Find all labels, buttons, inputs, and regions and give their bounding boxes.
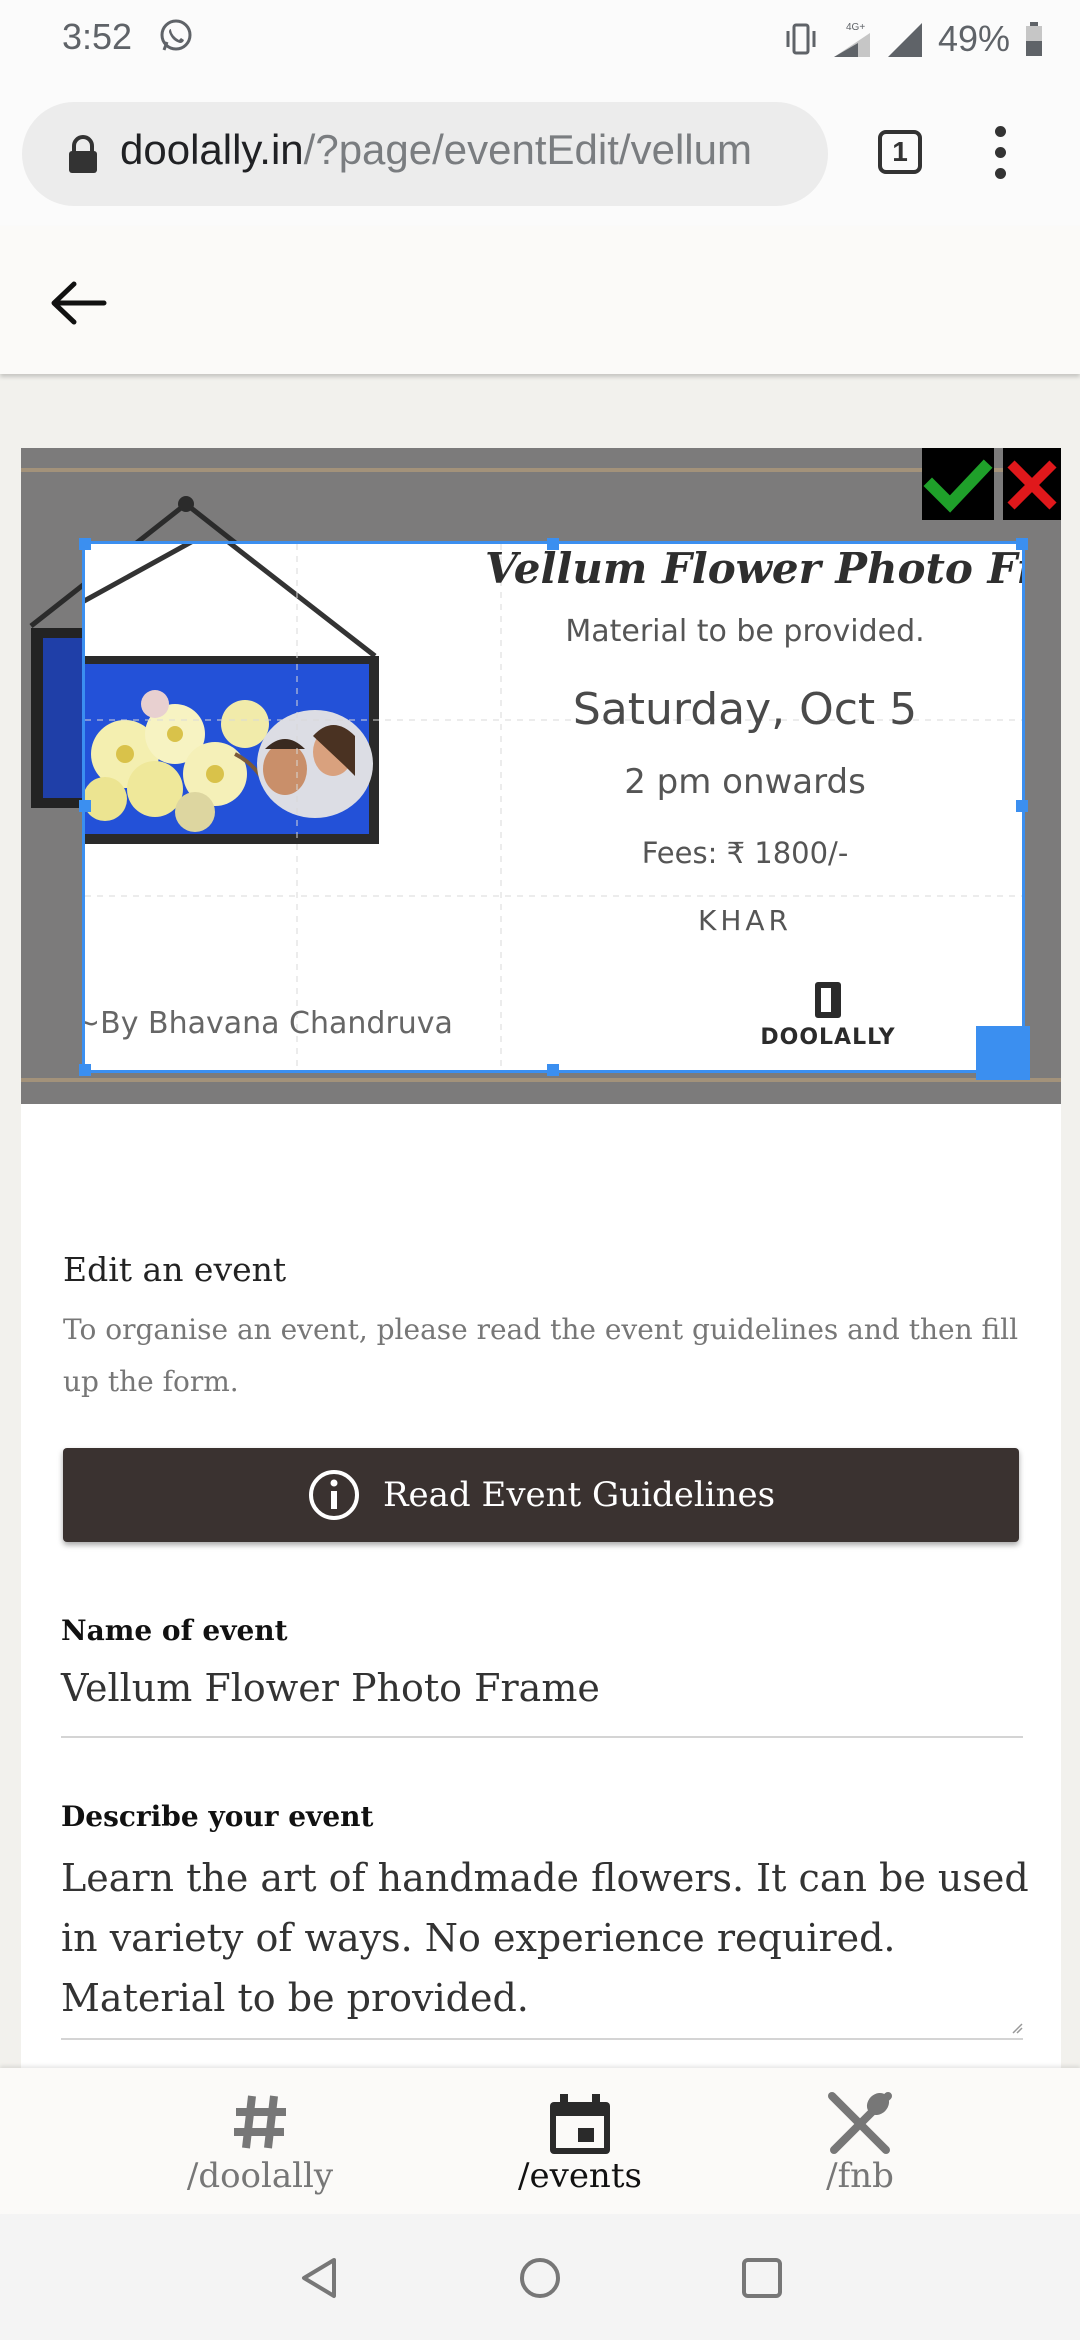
poster-title: Vellum Flower Photo Frame: [485, 544, 1022, 593]
crop-handle-top[interactable]: [547, 538, 559, 550]
crop-handle-left[interactable]: [79, 800, 91, 812]
system-home-icon[interactable]: [518, 2256, 562, 2300]
calendar-icon: [550, 2094, 610, 2154]
battery-percent: 49%: [937, 18, 1010, 59]
event-description-underline: [61, 2038, 1023, 2040]
url-path: /?page/eventEdit/vellum: [303, 126, 752, 173]
nav-item-doolally[interactable]: /doolally: [120, 2068, 400, 2214]
poster-material: Material to be provided.: [565, 614, 925, 649]
image-crop-area[interactable]: Vellum Flower Photo Frame Material to be…: [21, 448, 1061, 1104]
form-heading: Edit an event: [63, 1250, 287, 1289]
form-subheading: To organise an event, please read the ev…: [63, 1313, 1019, 1398]
crop-handle-top-left[interactable]: [79, 538, 91, 550]
nav-label-events: /events: [518, 2156, 642, 2196]
url-text[interactable]: doolally.in/?page/eventEdit/vellum: [120, 126, 820, 174]
page-header: [0, 226, 1080, 374]
event-name-underline: [61, 1736, 1023, 1738]
url-host: doolally.in: [120, 126, 304, 173]
crop-handle-bottom-left[interactable]: [79, 1064, 91, 1076]
crop-handle-bottom[interactable]: [547, 1064, 559, 1076]
signal-icon: [887, 23, 922, 57]
battery-icon: [1026, 22, 1042, 56]
crop-handle-top-right[interactable]: [1016, 538, 1028, 550]
system-back-icon[interactable]: [298, 2256, 340, 2300]
utensils-icon: [828, 2092, 892, 2154]
lock-icon: [69, 135, 97, 173]
status-bar: 3:52 4G+ 49%: [0, 0, 1080, 80]
bottom-navigation: /doolally /events /fnb: [0, 2068, 1080, 2214]
status-time: 3:52: [62, 16, 133, 57]
poster-time: 2 pm onwards: [624, 762, 866, 802]
whatsapp-icon: [160, 19, 192, 51]
nav-label-doolally: /doolally: [186, 2156, 334, 2196]
overflow-menu-icon[interactable]: [990, 126, 1010, 182]
event-form-card: Edit an event To organise an event, plea…: [21, 1104, 1061, 2074]
vibrate-icon: [786, 23, 816, 55]
close-x-icon: [1007, 460, 1057, 510]
signal-4g-icon: 4G+: [833, 22, 870, 57]
cancel-crop-button[interactable]: [1003, 448, 1061, 520]
address-bar[interactable]: doolally.in/?page/eventEdit/vellum: [22, 102, 828, 206]
poster-fees: Fees: ₹ 1800/-: [641, 836, 849, 870]
hash-icon: [234, 2095, 286, 2149]
nav-label-fnb: /fnb: [826, 2156, 894, 2196]
read-guidelines-label: Read Event Guidelines: [382, 1475, 776, 1515]
crop-handle-right[interactable]: [1016, 800, 1028, 812]
nav-item-events[interactable]: /events: [440, 2068, 720, 2214]
tab-switcher-button[interactable]: 1: [878, 130, 922, 174]
crop-selection[interactable]: Vellum Flower Photo Frame Material to be…: [82, 541, 1025, 1073]
system-recents-icon[interactable]: [740, 2256, 784, 2300]
poster-byline: ~By Bhavana Chandruva: [85, 1006, 453, 1041]
status-right-cluster: 4G+ 49%: [784, 14, 1044, 64]
poster-date: Saturday, Oct 5: [572, 684, 918, 735]
nav-item-fnb[interactable]: /fnb: [720, 2068, 1000, 2214]
browser-toolbar: doolally.in/?page/eventEdit/vellum 1: [0, 80, 1080, 226]
doolally-logo-mark: [815, 982, 841, 1018]
system-navigation-bar: [0, 2214, 1080, 2340]
info-icon: [308, 1470, 359, 1520]
event-name-input[interactable]: Vellum Flower Photo Frame: [61, 1666, 600, 1710]
confirm-crop-button[interactable]: [922, 448, 994, 520]
crop-resize-handle[interactable]: [976, 1026, 1030, 1080]
textarea-resize-icon[interactable]: [1011, 2022, 1023, 2034]
event-name-label: Name of event: [61, 1614, 288, 1647]
event-description-label: Describe your event: [61, 1800, 374, 1833]
read-guidelines-button[interactable]: Read Event Guidelines: [63, 1448, 1019, 1542]
checkmark-icon: [923, 459, 993, 513]
doolally-logo-word: DOOLALLY: [760, 1025, 896, 1050]
poster-location: KHAR: [697, 904, 793, 937]
couple-photo: [257, 710, 373, 818]
event-description-textarea[interactable]: Learn the art of handmade flowers. It ca…: [61, 1848, 1031, 2028]
network-type: 4G+: [846, 22, 865, 33]
doolally-logo: DOOLALLY: [753, 980, 903, 1050]
back-arrow-icon[interactable]: [48, 278, 108, 328]
